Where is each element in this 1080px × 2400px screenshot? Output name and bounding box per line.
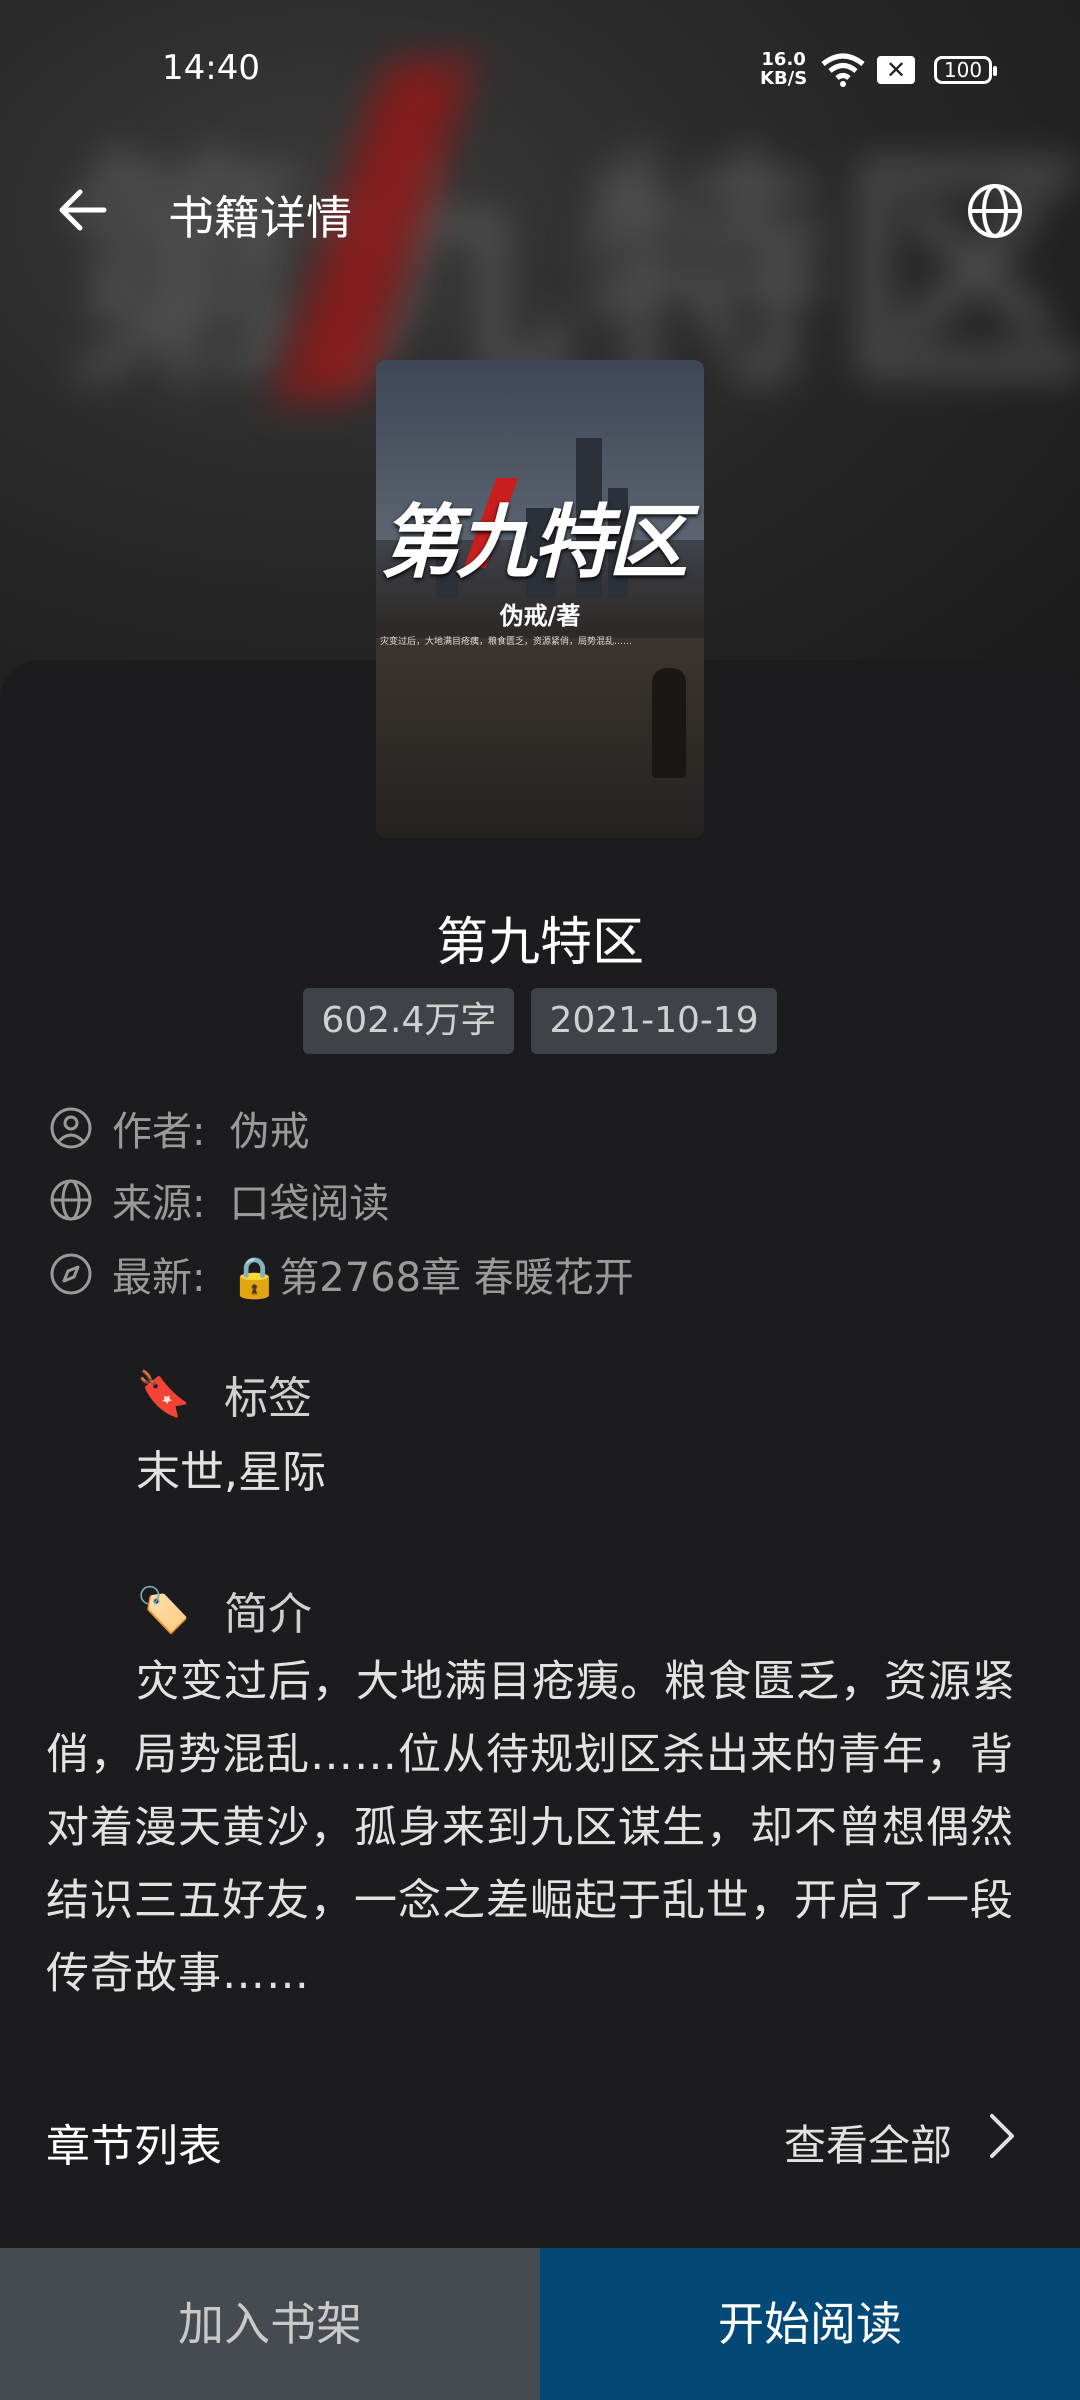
add-to-shelf-button[interactable]: 加入书架	[0, 2248, 540, 2400]
battery-icon: 100	[934, 56, 997, 84]
latest-label: 最新:	[112, 1255, 206, 1301]
source-value: 口袋阅读	[229, 1181, 390, 1227]
source-row[interactable]: 来源: 口袋阅读	[48, 1170, 389, 1230]
cover-author: 伪戒/著	[499, 602, 581, 630]
author-row[interactable]: 作者: 伪戒	[48, 1098, 309, 1158]
source-label: 来源:	[112, 1181, 206, 1227]
book-meta-chips: 602.4万字 2021-10-19	[0, 988, 1080, 1054]
user-circle-icon	[50, 1107, 92, 1149]
cover-blurb: 灾变过后，大地满目疮痍，粮食匮乏，资源紧俏，局势混乱……	[380, 637, 633, 647]
top-app-bar: 书籍详情	[0, 160, 1080, 260]
book-title: 第九特区	[435, 913, 644, 973]
status-bar: 14:40 16.0 KB/S ✕ 100	[0, 0, 1080, 140]
bottom-action-bar: 加入书架 开始阅读	[0, 2248, 1080, 2400]
tags-heading-text: 标签	[224, 1373, 312, 1424]
view-all-link[interactable]: 查看全部	[784, 2112, 952, 2173]
arrow-left-icon[interactable]	[52, 180, 112, 240]
no-sim-icon: ✕	[877, 56, 915, 84]
globe-icon[interactable]	[966, 182, 1024, 240]
label-tag-icon: 🏷️	[136, 1585, 191, 1636]
chevron-right-icon[interactable]	[980, 2108, 1024, 2164]
latest-chapter-row[interactable]: 最新: 🔒第2768章 春暖花开	[48, 1244, 634, 1304]
latest-value: 🔒第2768章 春暖花开	[229, 1255, 634, 1301]
cover-figure	[652, 668, 686, 778]
tags-content: 末世,星际	[136, 1447, 326, 1498]
start-reading-button[interactable]: 开始阅读	[540, 2248, 1080, 2400]
update-date-chip: 2021-10-19	[531, 988, 777, 1054]
author-label: 作者:	[112, 1109, 206, 1155]
intro-content: 灾变过后，大地满目疮痍。粮食匮乏，资源紧俏，局势混乱……位从待规划区杀出来的青年…	[46, 1657, 1016, 1999]
chapter-list-title: 章节列表	[46, 2121, 222, 2172]
globe-small-icon	[50, 1179, 92, 1221]
book-cover[interactable]: 第九特区 伪戒/著 灾变过后，大地满目疮痍，粮食匮乏，资源紧俏，局势混乱……	[376, 360, 704, 838]
page-title: 书籍详情	[168, 191, 352, 245]
network-speed: 16.0 KB/S	[760, 49, 808, 89]
compass-icon	[50, 1253, 92, 1295]
author-value: 伪戒	[229, 1109, 310, 1155]
bookmark-tag-icon: 🔖	[136, 1369, 191, 1420]
chapter-list-bar[interactable]: 章节列表 查看全部	[0, 2100, 1080, 2173]
cover-title: 第九特区	[380, 496, 688, 589]
wifi-icon	[821, 53, 865, 87]
intro-heading-text: 简介	[224, 1589, 312, 1640]
tags-heading: 🔖 标签	[136, 1362, 312, 1426]
intro-heading: 🏷️ 简介	[136, 1578, 312, 1642]
status-time: 14:40	[162, 48, 260, 88]
word-count-chip: 602.4万字	[303, 988, 515, 1054]
